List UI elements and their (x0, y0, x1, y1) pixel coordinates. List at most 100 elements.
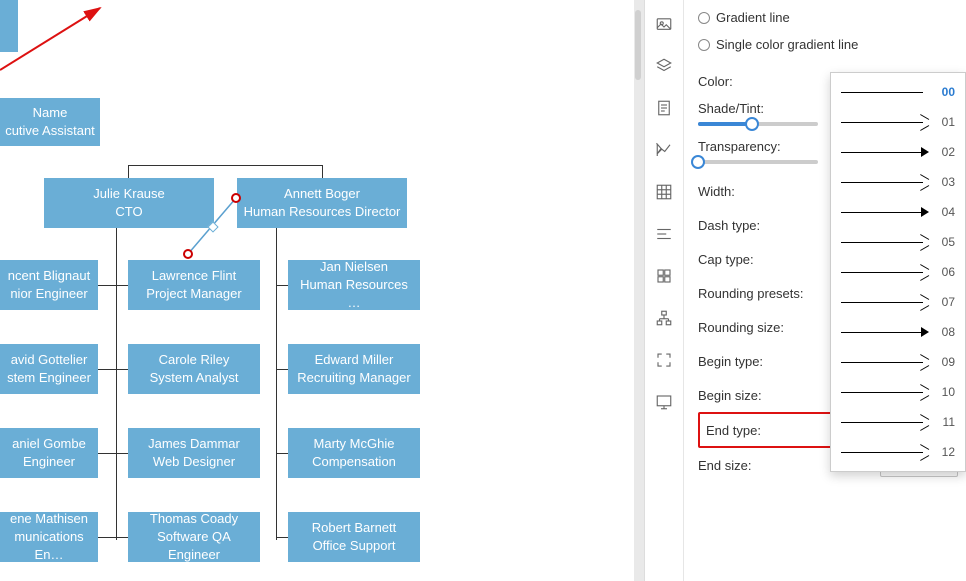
node-name: ene Mathisen (4, 512, 94, 528)
fullscreen-icon[interactable] (650, 346, 678, 374)
connector (276, 228, 277, 540)
line-end-option[interactable]: 02 (831, 137, 965, 167)
arrange-icon[interactable] (650, 262, 678, 290)
properties-panel: Gradient line Single color gradient line… (684, 0, 966, 581)
node-name: aniel Gombe (4, 435, 94, 453)
line-end-option-number: 12 (937, 445, 955, 459)
node-name: Name (4, 104, 96, 122)
layers-icon[interactable] (650, 52, 678, 80)
grid-icon[interactable] (650, 178, 678, 206)
align-icon[interactable] (650, 220, 678, 248)
connector (98, 537, 116, 538)
org-node[interactable]: ncent Blignaut nior Engineer (0, 260, 98, 310)
line-end-option-number: 11 (937, 415, 955, 429)
line-end-option[interactable]: 09 (831, 347, 965, 377)
org-node[interactable]: Julie Krause CTO (44, 178, 214, 228)
present-icon[interactable] (650, 388, 678, 416)
radio-icon (698, 12, 710, 24)
connector (116, 369, 128, 370)
node-title: Human Resources … (292, 276, 416, 310)
radio-single-color-line[interactable]: Single color gradient line (698, 37, 966, 52)
line-end-option-number: 04 (937, 205, 955, 219)
line-end-option[interactable]: 01 (831, 107, 965, 137)
org-node[interactable]: avid Gottelier stem Engineer (0, 344, 98, 394)
org-node[interactable]: ene Mathisen munications En… (0, 512, 98, 562)
line-end-option[interactable]: 03 (831, 167, 965, 197)
connector (98, 453, 116, 454)
line-end-option-number: 07 (937, 295, 955, 309)
transparency-slider[interactable] (698, 160, 818, 164)
line-end-option[interactable]: 05 (831, 227, 965, 257)
line-end-option[interactable]: 12 (831, 437, 965, 467)
app-root: Name cutive Assistant Julie Krause CTO A… (0, 0, 966, 581)
panel-splitter[interactable] (634, 0, 644, 581)
org-node[interactable]: aniel Gombe Engineer (0, 428, 98, 478)
line-end-option[interactable]: 04 (831, 197, 965, 227)
line-end-option[interactable]: 00 (831, 77, 965, 107)
node-name: James Dammar (132, 435, 256, 453)
line-end-option-number: 01 (937, 115, 955, 129)
radio-label: Single color gradient line (716, 37, 858, 52)
node-title: stem Engineer (4, 369, 94, 387)
org-node[interactable]: Carole Riley System Analyst (128, 344, 260, 394)
connector (116, 453, 128, 454)
node-name: Lawrence Flint (132, 267, 256, 285)
node-name: Annett Boger (241, 185, 403, 203)
org-node[interactable]: Name cutive Assistant (0, 98, 100, 146)
org-node[interactable] (0, 0, 18, 52)
connector (276, 369, 288, 370)
line-end-option[interactable]: 06 (831, 257, 965, 287)
orgchart-icon[interactable] (650, 304, 678, 332)
line-end-option[interactable]: 10 (831, 377, 965, 407)
node-title: Web Designer (132, 453, 256, 471)
org-node[interactable]: James Dammar Web Designer (128, 428, 260, 478)
connector (128, 228, 129, 238)
radio-icon (698, 39, 710, 51)
connector (98, 369, 116, 370)
org-node[interactable]: Lawrence Flint Project Manager (128, 260, 260, 310)
node-name: ncent Blignaut (4, 267, 94, 285)
org-node[interactable]: Thomas Coady Software QA Engineer (128, 512, 260, 562)
radio-gradient-line[interactable]: Gradient line (698, 10, 966, 25)
connector (116, 285, 128, 286)
line-end-popover[interactable]: 00 01 02 03 04 05 06 07 08 09 10 11 12 (830, 72, 966, 472)
node-name: Carole Riley (132, 351, 256, 369)
diagram-canvas[interactable]: Name cutive Assistant Julie Krause CTO A… (0, 0, 634, 581)
node-title: Human Resources Director (241, 203, 403, 221)
node-name: Julie Krause (48, 185, 210, 203)
node-name: Marty McGhie (292, 435, 416, 453)
connector (98, 285, 116, 286)
connector (276, 285, 288, 286)
node-title: nior Engineer (4, 285, 94, 303)
image-icon[interactable] (650, 10, 678, 38)
radio-label: Gradient line (716, 10, 790, 25)
node-name: Edward Miller (292, 351, 416, 369)
connector (322, 165, 323, 178)
line-end-option-number: 09 (937, 355, 955, 369)
org-node[interactable]: Marty McGhie Compensation (288, 428, 420, 478)
connector-endpoint-handle[interactable] (231, 193, 241, 203)
chart-icon[interactable] (650, 136, 678, 164)
line-end-option[interactable]: 08 (831, 317, 965, 347)
connector-endpoint-handle[interactable] (183, 249, 193, 259)
line-end-option-number: 03 (937, 175, 955, 189)
line-end-option-number: 05 (937, 235, 955, 249)
line-end-option[interactable]: 11 (831, 407, 965, 437)
shade-slider[interactable] (698, 122, 818, 126)
line-end-option[interactable]: 07 (831, 287, 965, 317)
node-title: cutive Assistant (4, 122, 96, 140)
node-title: Engineer (4, 453, 94, 471)
org-node[interactable]: Robert Barnett Office Support (288, 512, 420, 562)
org-node[interactable]: Jan Nielsen Human Resources … (288, 260, 420, 310)
document-icon[interactable] (650, 94, 678, 122)
node-name: Jan Nielsen (292, 260, 416, 276)
connector (128, 165, 322, 166)
line-end-option-number: 08 (937, 325, 955, 339)
org-node[interactable]: Annett Boger Human Resources Director (237, 178, 407, 228)
connector (128, 165, 129, 178)
line-end-option-number: 06 (937, 265, 955, 279)
node-title: munications En… (4, 528, 94, 562)
org-node[interactable]: Edward Miller Recruiting Manager (288, 344, 420, 394)
node-title: Compensation (292, 453, 416, 471)
node-title: Software QA Engineer (132, 528, 256, 562)
